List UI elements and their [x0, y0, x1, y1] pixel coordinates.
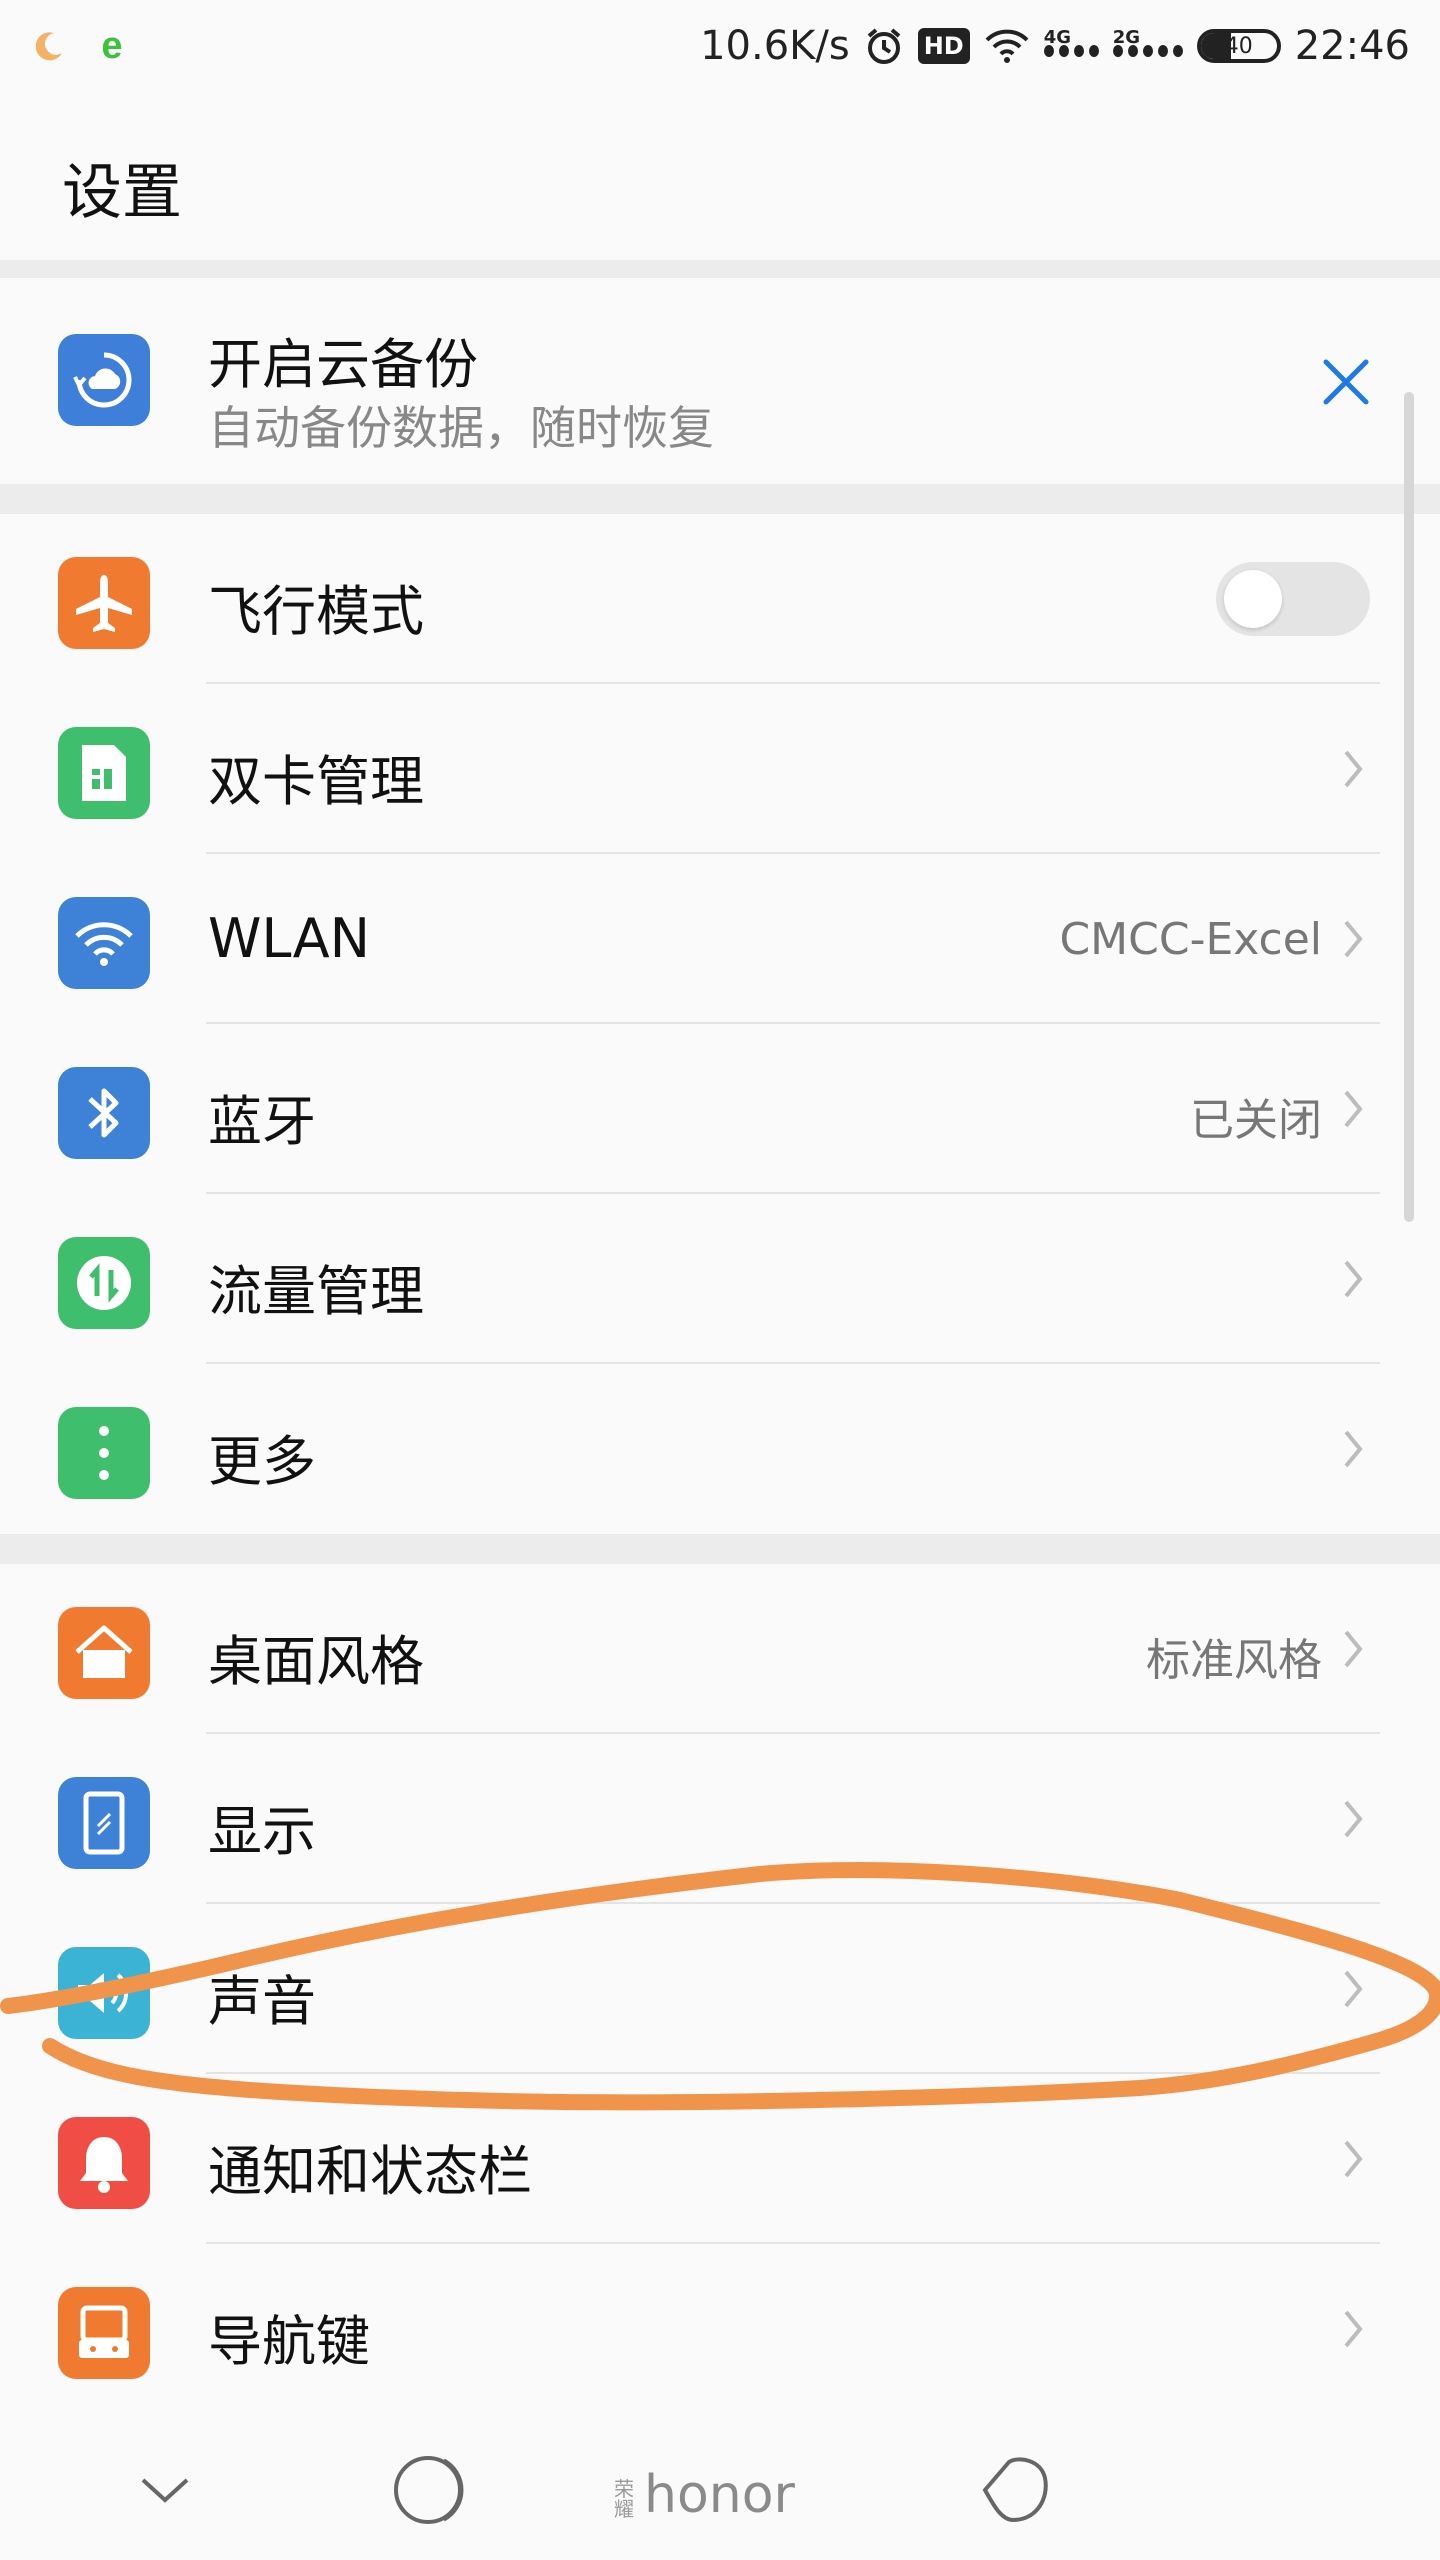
- back-icon: [982, 2457, 1048, 2523]
- chevron-down-icon: [141, 2478, 189, 2503]
- row-label: WLAN: [208, 907, 371, 970]
- chevron-right-icon: [1344, 1430, 1363, 1468]
- row-label: 流量管理: [208, 1260, 424, 1323]
- back-nav-button[interactable]: [968, 2448, 1058, 2532]
- hd-badge: HD: [917, 28, 970, 64]
- status-bar: e 10.6K/s HD 4G 2G 40 22:46: [0, 0, 1440, 92]
- browser-e-icon: e: [92, 26, 132, 66]
- wlan-network-name: CMCC-Excel: [1059, 914, 1322, 965]
- row-label: 显示: [208, 1800, 316, 1863]
- data-usage-row[interactable]: 流量管理: [0, 1194, 1440, 1364]
- sim1-network-type: 4G: [1043, 27, 1072, 48]
- navigation-key-icon: [58, 2287, 150, 2379]
- battery-level: 40: [1224, 33, 1253, 59]
- cloud-backup-card[interactable]: 开启云备份 自动备份数据，随时恢复: [0, 278, 1440, 484]
- more-icon: [58, 1407, 150, 1499]
- sim2-network-type: 2G: [1112, 27, 1141, 48]
- clock: 22:46: [1294, 23, 1410, 69]
- row-label: 通知和状态栏: [208, 2140, 532, 2203]
- bell-icon: [58, 2117, 150, 2209]
- launcher-style-row[interactable]: 桌面风格 标准风格: [0, 1564, 1440, 1734]
- dual-sim-row[interactable]: 双卡管理: [0, 684, 1440, 854]
- chevron-right-icon: [1344, 1970, 1363, 2008]
- network-speed: 10.6K/s: [700, 23, 850, 69]
- navigation-bar: 荣 耀 honor: [0, 2420, 1440, 2560]
- row-label: 蓝牙: [208, 1090, 316, 1153]
- row-label: 导航键: [208, 2310, 370, 2373]
- moon-icon: [32, 29, 66, 63]
- home-icon: [58, 1607, 150, 1699]
- wifi-icon: [58, 897, 150, 989]
- launcher-style-value: 标准风格: [1146, 1635, 1322, 1686]
- notifications-status-bar-row[interactable]: 通知和状态栏: [0, 2074, 1440, 2244]
- cloud-backup-icon: [58, 334, 150, 426]
- chevron-right-icon: [1344, 2140, 1363, 2178]
- display-row[interactable]: 显示: [0, 1734, 1440, 1904]
- chevron-right-icon: [1344, 920, 1363, 958]
- chevron-right-icon: [1344, 1630, 1363, 1668]
- airplane-mode-row[interactable]: 飞行模式: [0, 514, 1440, 684]
- row-label: 双卡管理: [208, 750, 424, 813]
- sound-row[interactable]: 声音: [0, 1904, 1440, 2074]
- row-label: 桌面风格: [208, 1630, 424, 1693]
- wifi-status-icon: [984, 28, 1030, 64]
- chevron-right-icon: [1344, 750, 1363, 788]
- display-icon: [58, 1777, 150, 1869]
- more-row[interactable]: 更多: [0, 1364, 1440, 1534]
- settings-header: 设置: [0, 92, 1440, 260]
- device-settings-section: 桌面风格 标准风格 显示 声音 通知和状态栏 导航键: [0, 1564, 1440, 2420]
- row-label: 更多: [208, 1430, 316, 1493]
- page-title: 设置: [62, 158, 182, 228]
- battery-icon: 40: [1196, 29, 1281, 63]
- svg-text:honor: honor: [644, 2465, 796, 2520]
- navigation-key-row[interactable]: 导航键: [0, 2244, 1440, 2414]
- wlan-row[interactable]: WLAN CMCC-Excel: [0, 854, 1440, 1024]
- bluetooth-status: 已关闭: [1190, 1095, 1322, 1146]
- svg-text:耀: 耀: [614, 2497, 634, 2520]
- honor-logo: 荣 耀 honor: [610, 2460, 840, 2520]
- sim1-signal-icon: 4G: [1043, 27, 1099, 57]
- svg-text:e: e: [101, 26, 122, 66]
- chevron-right-icon: [1344, 1090, 1363, 1128]
- row-label: 声音: [208, 1970, 316, 2033]
- home-circle-icon: [394, 2456, 464, 2524]
- bluetooth-row[interactable]: 蓝牙 已关闭: [0, 1024, 1440, 1194]
- network-settings-section: 飞行模式 双卡管理 WLAN CMCC-Excel 蓝牙 已关闭 流量管理 更多: [0, 514, 1440, 1534]
- airplane-icon: [58, 557, 150, 649]
- data-usage-icon: [58, 1237, 150, 1329]
- backup-subtitle: 自动备份数据，随时恢复: [208, 401, 714, 455]
- chevron-right-icon: [1344, 1260, 1363, 1298]
- sound-icon: [58, 1947, 150, 2039]
- chevron-right-icon: [1344, 2310, 1363, 2348]
- close-icon[interactable]: [1316, 352, 1376, 412]
- sim2-signal-icon: 2G: [1112, 27, 1183, 57]
- bluetooth-icon: [58, 1067, 150, 1159]
- backup-title: 开启云备份: [208, 333, 478, 396]
- alarm-icon: [864, 26, 904, 66]
- airplane-mode-toggle[interactable]: [1216, 562, 1370, 636]
- scrollbar[interactable]: [1404, 392, 1414, 1222]
- hide-nav-button[interactable]: [130, 2460, 200, 2520]
- chevron-right-icon: [1344, 1800, 1363, 1838]
- home-nav-button[interactable]: [380, 2448, 480, 2532]
- sim-card-icon: [58, 727, 150, 819]
- row-label: 飞行模式: [208, 580, 424, 643]
